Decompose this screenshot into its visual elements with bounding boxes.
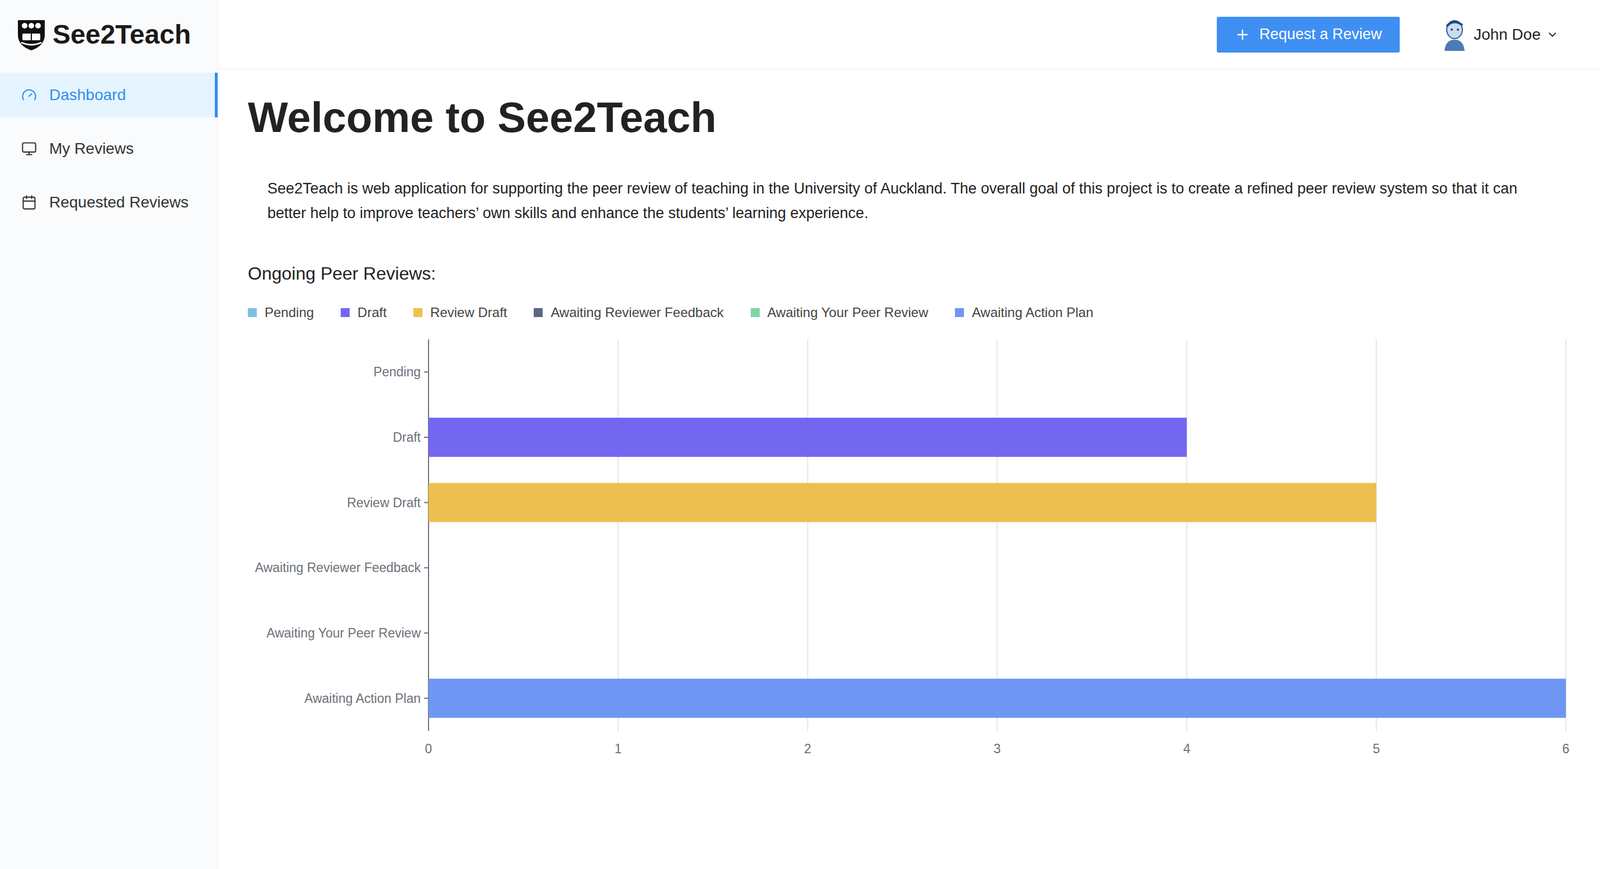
legend-swatch (750, 308, 760, 318)
monitor-icon (21, 140, 37, 157)
svg-text:3: 3 (993, 741, 1001, 757)
legend-item[interactable]: Awaiting Your Peer Review (750, 302, 929, 323)
sidebar-item[interactable]: My Reviews (0, 126, 218, 172)
legend-swatch (247, 308, 257, 318)
legend-swatch (413, 308, 423, 318)
sidebar-nav: Dashboard My Reviews Requested Reviews (0, 69, 218, 225)
request-review-button[interactable]: Request a Review (1216, 16, 1400, 53)
sidebar: See2Teach Dashboard My Reviews Requested Re… (0, 0, 219, 869)
y-axis-label: Awaiting Action Plan (304, 691, 429, 707)
legend-item[interactable]: Awaiting Action Plan (954, 302, 1094, 323)
y-axis-label: Awaiting Your Peer Review (266, 626, 429, 641)
svg-text:Awaiting Your Peer Review: Awaiting Your Peer Review (266, 626, 421, 641)
legend-item[interactable]: Awaiting Reviewer Feedback (533, 302, 724, 323)
legend-item[interactable]: Pending (247, 302, 314, 323)
calendar-icon (21, 194, 37, 211)
chart-bar[interactable] (428, 679, 1566, 719)
chart-title: Ongoing Peer Reviews: (247, 260, 1576, 287)
svg-text:Pending: Pending (373, 365, 421, 380)
chart-bar[interactable] (428, 483, 1377, 523)
user-name: John Doe (1473, 22, 1541, 47)
main: Request a Review John Doe Welcome to See2T… (218, 0, 1600, 869)
svg-text:6: 6 (1562, 741, 1570, 757)
chart-legend: Pending Draft Review Draft Awaiting Reviewe… (247, 302, 1576, 323)
svg-text:Draft: Draft (392, 430, 421, 445)
svg-text:1: 1 (614, 741, 622, 757)
svg-text:Review Draft: Review Draft (346, 495, 421, 511)
y-axis-label: Awaiting Reviewer Feedback (255, 561, 429, 576)
chart-area: 0 1 2 3 4 5 6 Pending Draft Review Draft Awaiting … (247, 333, 1576, 760)
sidebar-item[interactable]: Dashboard (0, 72, 218, 118)
user-avatar-icon[interactable] (1441, 18, 1468, 51)
app: See2Teach Dashboard My Reviews Requested Re… (0, 0, 1600, 869)
dashboard-content: Welcome to See2Teach See2Teach is web app… (218, 69, 1600, 760)
gauge-icon (21, 87, 37, 103)
y-axis-label: Draft (392, 430, 429, 445)
page-title: Welcome to See2Teach (247, 91, 1576, 143)
svg-text:2: 2 (803, 741, 812, 757)
svg-text:5: 5 (1372, 741, 1381, 757)
svg-text:Awaiting Reviewer Feedback: Awaiting Reviewer Feedback (255, 561, 422, 576)
sidebar-item[interactable]: Requested Reviews (0, 180, 218, 225)
svg-text:Awaiting Action Plan: Awaiting Action Plan (304, 691, 421, 707)
bar-chart: 0 1 2 3 4 5 6 Pending Draft Review Draft Awaiting … (247, 333, 1575, 760)
logo[interactable]: See2Teach (0, 0, 218, 70)
y-axis-label: Pending (373, 365, 429, 380)
legend-swatch (340, 308, 350, 318)
legend-item[interactable]: Draft (340, 302, 387, 323)
legend-item[interactable]: Review Draft (413, 302, 507, 323)
top-bar: Request a Review John Doe (218, 0, 1600, 70)
page-description: See2Teach is web application for support… (247, 176, 1576, 226)
chevron-down-icon (1546, 28, 1559, 41)
crest-logo-icon (15, 17, 47, 52)
legend-swatch (533, 308, 543, 318)
plus-icon (1234, 26, 1251, 43)
app-name: See2Teach (52, 14, 191, 55)
svg-text:0: 0 (425, 741, 433, 757)
chart-bar[interactable] (428, 417, 1187, 458)
y-axis-label: Review Draft (346, 495, 429, 511)
user-menu[interactable]: John Doe (1441, 18, 1559, 51)
legend-swatch (954, 308, 964, 318)
svg-text:4: 4 (1183, 741, 1191, 757)
